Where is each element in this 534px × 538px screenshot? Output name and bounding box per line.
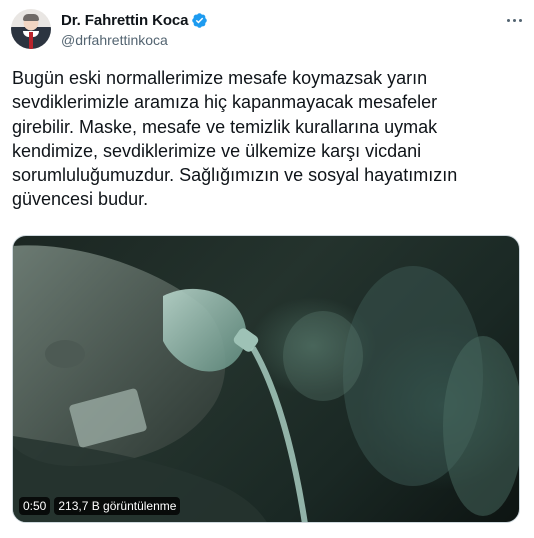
video-frame xyxy=(13,245,519,522)
video-meta: 0:50 213,7 B görüntülenme xyxy=(19,497,181,515)
more-dot xyxy=(512,18,516,22)
more-options-icon[interactable] xyxy=(502,12,526,28)
author-name-row: Dr. Fahrettin Koca xyxy=(61,10,208,30)
author-handle[interactable]: @drfahrettinkoca xyxy=(61,32,168,48)
avatar-tie xyxy=(29,32,33,49)
video-view-count: 213,7 B görüntülenme xyxy=(54,497,181,515)
video-duration: 0:50 xyxy=(19,497,51,515)
avatar-hair xyxy=(23,14,39,21)
verified-badge-icon xyxy=(192,12,208,28)
tweet-text: Bugün eski normallerimize mesafe koymazs… xyxy=(12,68,458,210)
author-display-name[interactable]: Dr. Fahrettin Koca xyxy=(61,12,189,29)
more-dot xyxy=(518,18,522,22)
video-player[interactable] xyxy=(12,235,520,523)
avatar[interactable] xyxy=(11,9,51,49)
more-dot xyxy=(506,18,510,22)
tweet-card: Dr. Fahrettin Koca @drfahrettinkoca Bugü… xyxy=(0,0,534,538)
